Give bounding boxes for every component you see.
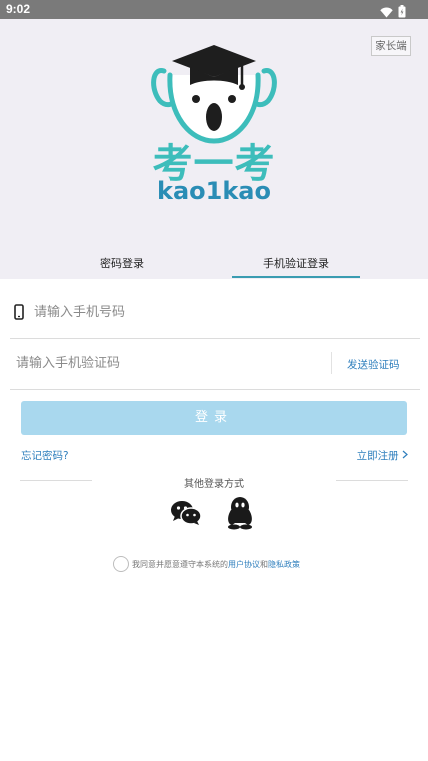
divider-right — [336, 480, 408, 481]
header: 家长端 考一考 kao1kao 密码登录 手机验证登录 — [0, 19, 428, 279]
mobile-phone-icon — [14, 304, 24, 324]
phone-input-underline — [10, 338, 420, 339]
verification-code-input[interactable] — [16, 351, 316, 375]
other-login-title: 其他登录方式 — [184, 479, 244, 490]
register-link[interactable]: 立即注册 — [357, 448, 408, 463]
code-input-underline — [10, 389, 420, 390]
tab-password-login[interactable]: 密码登录 — [60, 255, 184, 271]
agreement-checkbox[interactable] — [113, 556, 129, 572]
send-code-button[interactable]: 发送验证码 — [347, 357, 400, 372]
forgot-password-link[interactable]: 忘记密码? — [21, 448, 69, 463]
wechat-icon[interactable] — [170, 500, 202, 530]
code-divider — [331, 352, 332, 374]
tab-sms-login[interactable]: 手机验证登录 — [232, 255, 360, 271]
status-bar: 9:02 — [0, 0, 428, 19]
register-label: 立即注册 — [356, 450, 399, 462]
parent-portal-button[interactable]: 家长端 — [371, 36, 411, 56]
privacy-policy-link[interactable]: 隐私政策 — [268, 560, 300, 569]
agreement-prefix: 我同意并愿意遵守本系统的 — [132, 560, 228, 569]
chevron-right-icon — [402, 450, 408, 462]
user-agreement-link[interactable]: 用户协议 — [228, 560, 260, 569]
brand-name-english: kao1kao — [157, 177, 271, 205]
qq-icon[interactable] — [226, 496, 254, 534]
agreement-and: 和 — [260, 560, 268, 569]
login-button[interactable]: 登录 — [21, 401, 407, 435]
status-time: 9:02 — [6, 2, 31, 16]
phone-number-input[interactable] — [34, 300, 394, 324]
agreement-text: 我同意并愿意遵守本系统的用户协议和隐私政策 — [132, 559, 300, 570]
active-tab-indicator — [232, 276, 360, 278]
